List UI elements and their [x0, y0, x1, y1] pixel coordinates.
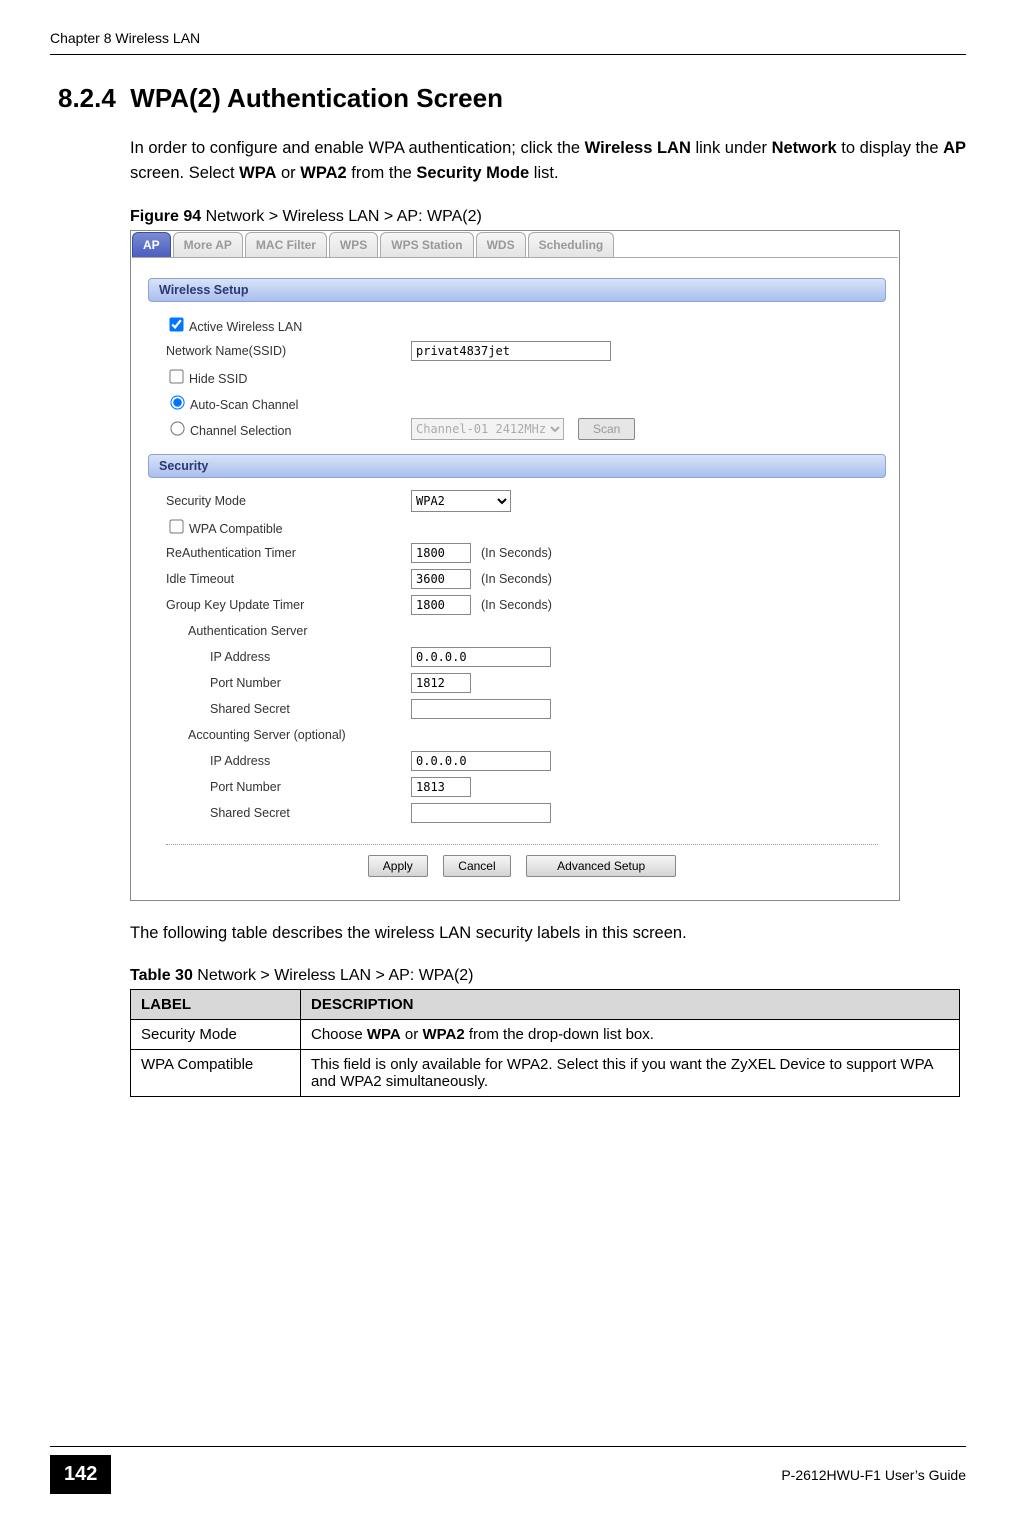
text: list.	[529, 164, 558, 182]
scan-button[interactable]: Scan	[578, 418, 635, 440]
group-key-input[interactable]	[411, 595, 471, 615]
acct-secret-label: Shared Secret	[166, 806, 411, 820]
tab-wps-station[interactable]: WPS Station	[380, 232, 473, 257]
ssid-input[interactable]	[411, 341, 611, 361]
text-bold: WPA	[239, 164, 276, 182]
text: or	[276, 164, 300, 182]
active-wlan-checkbox[interactable]	[169, 317, 183, 331]
td-description: Choose WPA or WPA2 from the drop-down li…	[301, 1020, 960, 1050]
section-number: 8.2.4	[58, 83, 116, 113]
seconds-hint: (In Seconds)	[481, 572, 552, 586]
seconds-hint: (In Seconds)	[481, 546, 552, 560]
reauth-input[interactable]	[411, 543, 471, 563]
section-heading: 8.2.4 WPA(2) Authentication Screen	[58, 83, 966, 114]
wpa-compatible-label: WPA Compatible	[189, 522, 283, 536]
th-label: LABEL	[131, 990, 301, 1020]
tab-wps[interactable]: WPS	[329, 232, 378, 257]
auth-ip-label: IP Address	[166, 650, 411, 664]
table-row: Security Mode Choose WPA or WPA2 from th…	[131, 1020, 960, 1050]
ssid-label: Network Name(SSID)	[166, 344, 411, 358]
acct-port-label: Port Number	[166, 780, 411, 794]
auth-secret-label: Shared Secret	[166, 702, 411, 716]
text: screen. Select	[130, 164, 239, 182]
text: or	[401, 1026, 423, 1043]
auth-port-label: Port Number	[166, 676, 411, 690]
text-bold: Wireless LAN	[585, 139, 691, 157]
wpa-compatible-checkbox[interactable]	[169, 519, 183, 533]
acct-port-input[interactable]	[411, 777, 471, 797]
acct-ip-label: IP Address	[166, 754, 411, 768]
group-key-label: Group Key Update Timer	[166, 598, 411, 612]
text-bold: Security Mode	[416, 164, 529, 182]
reauth-label: ReAuthentication Timer	[166, 546, 411, 560]
text: from the drop-down list box.	[465, 1026, 654, 1043]
text-bold: WPA2	[300, 164, 346, 182]
tab-more-ap[interactable]: More AP	[173, 232, 243, 257]
table-caption: Table 30 Network > Wireless LAN > AP: WP…	[130, 967, 966, 985]
text: from the	[347, 164, 417, 182]
text: Choose	[311, 1026, 367, 1043]
cancel-button[interactable]: Cancel	[443, 855, 510, 877]
auth-secret-input[interactable]	[411, 699, 551, 719]
page-number: 142	[50, 1455, 111, 1494]
hide-ssid-label: Hide SSID	[189, 372, 247, 386]
th-description: DESCRIPTION	[301, 990, 960, 1020]
guide-title: P-2612HWU-F1 User’s Guide	[781, 1467, 966, 1483]
tab-mac-filter[interactable]: MAC Filter	[245, 232, 327, 257]
text-bold: WPA	[367, 1026, 401, 1043]
page-footer: 142 P-2612HWU-F1 User’s Guide	[50, 1446, 966, 1494]
text-bold: AP	[943, 139, 966, 157]
td-label: WPA Compatible	[131, 1050, 301, 1097]
table-row: WPA Compatible This field is only availa…	[131, 1050, 960, 1097]
text-bold: Network	[772, 139, 837, 157]
tab-scheduling[interactable]: Scheduling	[528, 232, 615, 257]
seconds-hint: (In Seconds)	[481, 598, 552, 612]
td-description: This field is only available for WPA2. S…	[301, 1050, 960, 1097]
section-title: WPA(2) Authentication Screen	[130, 83, 503, 113]
running-header: Chapter 8 Wireless LAN	[50, 30, 966, 55]
auth-server-heading: Authentication Server	[166, 624, 411, 638]
auto-scan-radio[interactable]	[170, 395, 184, 409]
idle-label: Idle Timeout	[166, 572, 411, 586]
advanced-setup-button[interactable]: Advanced Setup	[526, 855, 676, 877]
button-row: Apply Cancel Advanced Setup	[166, 844, 878, 877]
tab-wds[interactable]: WDS	[476, 232, 526, 257]
auth-port-input[interactable]	[411, 673, 471, 693]
apply-button[interactable]: Apply	[368, 855, 428, 877]
channel-selection-radio[interactable]	[170, 421, 184, 435]
tab-bar: AP More AP MAC Filter WPS WPS Station WD…	[132, 232, 898, 257]
auth-ip-input[interactable]	[411, 647, 551, 667]
channel-selection-label: Channel Selection	[190, 424, 291, 438]
intro-paragraph: In order to configure and enable WPA aut…	[130, 136, 966, 186]
table-header-row: LABEL DESCRIPTION	[131, 990, 960, 1020]
security-mode-select[interactable]: WPA2	[411, 490, 511, 512]
figure-number: Figure 94	[130, 208, 201, 225]
active-wlan-label: Active Wireless LAN	[189, 320, 302, 334]
tab-ap[interactable]: AP	[132, 232, 171, 257]
description-table: LABEL DESCRIPTION Security Mode Choose W…	[130, 989, 960, 1097]
group-security: Security	[148, 454, 886, 478]
idle-input[interactable]	[411, 569, 471, 589]
channel-select[interactable]: Channel-01 2412MHz	[411, 418, 564, 440]
acct-secret-input[interactable]	[411, 803, 551, 823]
table-intro-paragraph: The following table describes the wirele…	[130, 921, 966, 946]
td-label: Security Mode	[131, 1020, 301, 1050]
text-bold: WPA2	[422, 1026, 464, 1043]
acct-ip-input[interactable]	[411, 751, 551, 771]
text: In order to configure and enable WPA aut…	[130, 139, 585, 157]
acct-server-heading: Accounting Server (optional)	[166, 728, 411, 742]
table-number: Table 30	[130, 967, 193, 984]
auto-scan-label: Auto-Scan Channel	[190, 398, 298, 412]
text: to display the	[837, 139, 943, 157]
group-wireless-setup: Wireless Setup	[148, 278, 886, 302]
figure-title: Network > Wireless LAN > AP: WPA(2)	[201, 208, 482, 225]
screenshot-figure: AP More AP MAC Filter WPS WPS Station WD…	[130, 230, 900, 901]
hide-ssid-checkbox[interactable]	[169, 369, 183, 383]
security-mode-label: Security Mode	[166, 494, 411, 508]
table-title: Network > Wireless LAN > AP: WPA(2)	[193, 967, 474, 984]
figure-caption: Figure 94 Network > Wireless LAN > AP: W…	[130, 208, 966, 226]
text: link under	[691, 139, 772, 157]
